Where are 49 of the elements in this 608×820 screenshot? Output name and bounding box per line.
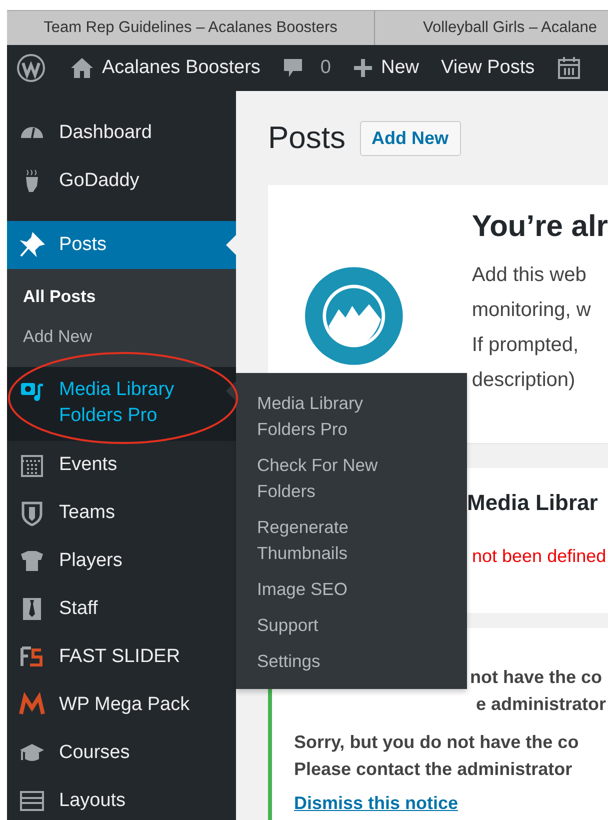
menu-item[interactable]: Posts [7,221,236,269]
wordpress-logo-icon[interactable] [16,53,46,83]
notice-text: Please contact the administrator [294,758,574,781]
menu-item[interactable]: Teams [7,489,236,537]
notice-text: description) [472,368,576,393]
error-text: not been defined [472,546,608,567]
menu-item[interactable]: Courses [7,729,236,777]
comment-icon[interactable] [282,57,304,79]
flyout-item[interactable]: Support [236,609,437,645]
calendar-icon [19,452,45,478]
browser-tab[interactable]: Volleyball Girls – Acalane [375,11,608,45]
menu-item[interactable]: FAST SLIDER [7,633,236,681]
page-title: Posts [268,120,346,156]
menu-item[interactable]: Players [7,537,236,585]
flyout-item[interactable]: Settings [236,645,437,681]
notice-text: e administrator [475,693,608,716]
flyout-item[interactable]: Image SEO [236,573,437,609]
flyout-item[interactable]: Media Library Folders Pro [236,387,437,449]
add-new-button[interactable]: Add New [360,120,461,156]
flyout-item[interactable]: Check For New Folders [236,449,437,511]
notice-text: Sorry, but you do not have the co [294,731,580,754]
notice-heading: You’re alr [472,210,608,244]
comment-count[interactable]: 0 [320,57,331,79]
menu-item[interactable]: GoDaddy [7,157,236,205]
home-icon[interactable] [70,57,94,79]
pin-icon [19,232,45,258]
notice-text: not have the co [469,666,604,689]
dismiss-link[interactable]: Dismiss this notice [294,793,458,814]
shield-icon [19,500,45,526]
site-name-link[interactable]: Acalanes Boosters [102,57,260,79]
plus-icon[interactable] [353,58,373,78]
notice-text: monitoring, w [472,298,592,323]
submenu-item[interactable]: All Posts [7,277,236,317]
view-posts-link[interactable]: View Posts [441,57,535,79]
menu-item[interactable]: WP Mega Pack [7,681,236,729]
menu-item[interactable]: Layouts [7,777,236,820]
notice-text: If prompted, [472,333,580,358]
notice-text: Add this web [472,263,588,288]
menu-item[interactable]: Events [7,441,236,489]
menu-item[interactable]: Staff [7,585,236,633]
menu-item[interactable]: Media Library Folders Pro [7,367,236,441]
notice-heading: Media Librar [467,490,599,516]
shirt-icon [19,548,45,574]
layout-grid-icon [19,788,45,814]
new-link[interactable]: New [381,57,420,79]
submenu-item[interactable]: Add New [7,317,236,357]
menu-item[interactable]: Dashboard [7,109,236,157]
calendar-icon[interactable] [556,56,581,80]
flyout-item[interactable]: Regenerate Thumbnails [236,511,437,573]
